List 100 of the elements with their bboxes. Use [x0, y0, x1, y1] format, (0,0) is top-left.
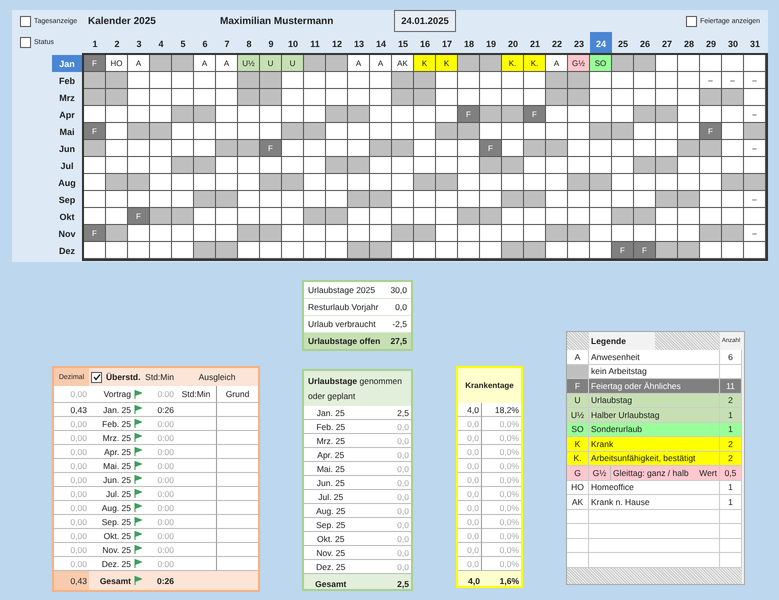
day-number[interactable]: 7 [216, 32, 238, 53]
flag-icon [134, 419, 142, 428]
table-cell-text: Gesamt [314, 578, 348, 590]
legend-code: F [567, 379, 589, 394]
table-cell: 0,0 [458, 459, 482, 473]
day-number[interactable]: 24 [590, 32, 612, 53]
table-cell: 0:00 [144, 543, 176, 557]
table-cell: 0,0 [358, 448, 411, 462]
summary-value: 30,0 [390, 285, 407, 295]
day-number[interactable]: 14 [370, 32, 392, 53]
month-label[interactable]: Nov [52, 225, 82, 242]
legend-count: 6 [720, 350, 742, 364]
table-cell: 0,0% [482, 417, 521, 431]
day-number[interactable]: 26 [634, 32, 656, 53]
hatched-cell [567, 332, 589, 350]
day-number[interactable]: 16 [414, 32, 436, 53]
month-label[interactable]: Dez [52, 242, 82, 259]
table-cell: 0,0 [358, 560, 411, 574]
day-cell: HO [106, 55, 128, 72]
table-cell: 0,0 [458, 557, 482, 571]
legend-code: G½ [589, 466, 611, 480]
month-label[interactable]: Mrz [52, 89, 82, 106]
day-cell: A [128, 55, 150, 72]
day-number[interactable]: 28 [678, 32, 700, 53]
day-number[interactable]: 15 [392, 32, 414, 53]
table-cell: Dez. 25 [304, 560, 358, 574]
day-number[interactable]: 6 [194, 32, 216, 53]
day-cell: F [84, 55, 106, 72]
day-number[interactable]: 18 [458, 32, 480, 53]
month-label[interactable]: Jul [52, 157, 82, 174]
date-field[interactable]: 24.01.2025 [394, 10, 456, 32]
day-cell: F [458, 106, 480, 123]
table-cell: 0,00 [54, 473, 89, 487]
day-cell: F [260, 140, 282, 157]
month-label[interactable]: Mai [52, 123, 82, 140]
day-number[interactable]: 3 [128, 32, 150, 53]
day-number[interactable]: 20 [502, 32, 524, 53]
month-label[interactable]: Sep [52, 191, 82, 208]
summary-label: Urlaubstage 2025 [308, 285, 376, 295]
table-cell: Feb. 25 [102, 418, 131, 428]
table-cell-text: 1,6% [498, 574, 520, 588]
table-cell: 0,00 [54, 529, 89, 543]
table-cell: 0,0 [358, 518, 411, 532]
day-number[interactable]: 25 [612, 32, 634, 53]
flag-icon [134, 433, 142, 442]
flag-icon [134, 559, 142, 568]
table-cell: 0,00 [54, 445, 89, 459]
legend-count: 1 [720, 408, 742, 422]
day-number[interactable]: 17 [436, 32, 458, 53]
day-number[interactable]: 9 [260, 32, 282, 53]
day-number[interactable]: 13 [348, 32, 370, 53]
holidays-checkbox[interactable] [686, 16, 698, 26]
overtime-checkbox[interactable] [91, 372, 102, 382]
table-cell: 0,0 [358, 532, 411, 546]
table-cell: 4,0 [458, 403, 482, 417]
day-number[interactable]: 12 [326, 32, 348, 53]
day-number[interactable]: 19 [480, 32, 502, 53]
month-label[interactable]: Okt [52, 208, 82, 225]
table-cell-text: 0:26 [156, 574, 175, 588]
day-view-checkbox[interactable] [20, 16, 31, 26]
flag-icon [134, 545, 142, 554]
day-number[interactable]: 22 [546, 32, 568, 53]
legend-count: 2 [720, 394, 742, 408]
day-cell: – [744, 191, 766, 208]
month-label[interactable]: Aug [52, 174, 82, 191]
day-number[interactable]: 10 [282, 32, 304, 53]
month-label[interactable]: Jan [52, 55, 82, 72]
day-cell: – [700, 72, 722, 89]
month-label[interactable]: Apr [52, 106, 82, 123]
table-cell: 18,2% [482, 403, 521, 417]
day-number[interactable]: 21 [524, 32, 546, 53]
day-number[interactable]: 29 [700, 32, 722, 53]
day-number[interactable]: 5 [172, 32, 194, 53]
day-number[interactable]: 30 [722, 32, 744, 53]
legend-label: Feiertag oder Ähnliches [589, 379, 720, 394]
day-number[interactable]: 11 [304, 32, 326, 53]
day-number[interactable]: 2 [106, 32, 128, 53]
day-cell: AK [392, 55, 414, 72]
table-cell: 0,43 [54, 403, 89, 417]
table-cell: 0:00 [144, 515, 176, 529]
day-cell: – [744, 140, 766, 157]
month-label[interactable]: Jun [52, 140, 82, 157]
table-cell: 0,0 [358, 420, 411, 434]
day-number[interactable]: 27 [656, 32, 678, 53]
day-number[interactable]: 8 [238, 32, 260, 53]
day-number[interactable]: 23 [568, 32, 590, 53]
legend-code: HO [567, 480, 589, 495]
summary-label: Urlaub verbraucht [308, 319, 376, 329]
table-cell: Aug. 25 [102, 502, 131, 512]
table-cell: 0,43 [54, 571, 89, 590]
legend-value-label: Wert [698, 467, 718, 480]
day-cell: A [216, 55, 238, 72]
month-label[interactable]: Feb [52, 72, 82, 89]
day-number[interactable]: 31 [744, 32, 766, 53]
day-number[interactable]: 1 [84, 32, 106, 53]
status-checkbox[interactable] [20, 37, 31, 48]
day-number[interactable]: 4 [150, 32, 172, 53]
day-cell: – [744, 72, 766, 89]
table-cell: 0,0 [358, 434, 411, 448]
day-cell: U½ [238, 55, 260, 72]
